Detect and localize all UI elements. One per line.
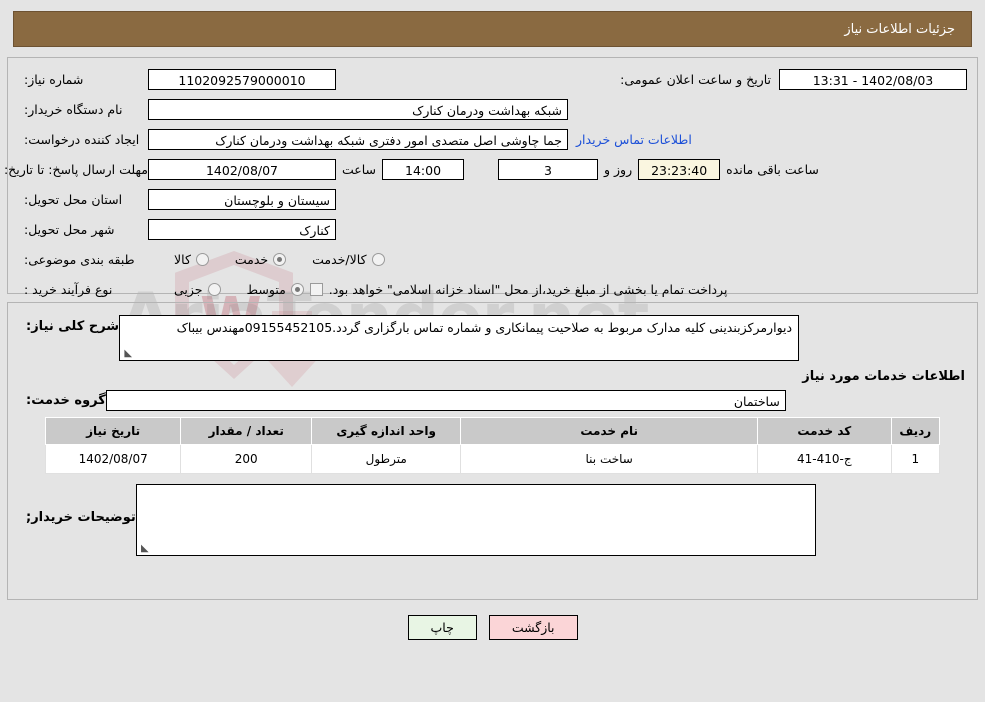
need-description-textarea[interactable]: دیوارمرکزبندینی کلیه مدارک مربوط به صلاح… (119, 315, 800, 361)
category-option-kala[interactable]: کالا (174, 252, 209, 267)
category-option-label-0: کالا (174, 251, 191, 267)
col-quantity: تعداد / مقدار (180, 417, 313, 445)
page-root: جزئیات اطلاعات نیاز 1402/08/03 - 13:31 ت… (0, 11, 985, 640)
public-announce-value: 1402/08/03 - 13:31 (779, 68, 967, 90)
services-panel: دیوارمرکزبندینی کلیه مدارک مربوط به صلاح… (7, 302, 978, 600)
purchase-process-radio-group: متوسط جزیی (148, 282, 304, 297)
city-label: شهر محل تحویل: (24, 221, 115, 237)
need-number-label: شماره نیاز: (24, 71, 84, 87)
buyer-comments-textarea[interactable]: ◣ (135, 484, 816, 556)
category-option-kala-khedmat[interactable]: کالا/خدمت (312, 251, 385, 267)
public-announce-label: تاریخ و ساعت اعلان عمومی: (620, 71, 771, 87)
cell-quantity: 200 (180, 444, 313, 474)
buyer-org-value: شبکه بهداشت ودرمان کنارک (148, 98, 568, 120)
process-option-jozei[interactable]: جزیی (174, 282, 221, 297)
need-description-label: شرح کلی نیاز: (26, 319, 120, 334)
service-group-label: گروه خدمت: (26, 393, 106, 408)
buyer-comments-row: ◣ توضیحات خریدار; (18, 484, 967, 556)
province-value: سیستان و بلوچستان (148, 188, 336, 210)
deadline-days-value: 3 (498, 158, 599, 180)
requester-label: ایجاد کننده درخواست: (24, 131, 140, 147)
page-title-bar: جزئیات اطلاعات نیاز (13, 11, 972, 47)
row-requester: اطلاعات تماس خریدار جما چاوشی اصل متصدی … (18, 126, 967, 152)
province-label: استان محل تحویل: (24, 191, 123, 207)
service-group-value: ساختمان (105, 390, 786, 411)
table-row: 1 ج-410-41 ساخت بنا مترطول 200 1402/08/0… (44, 444, 941, 474)
category-label: طبقه بندی موضوعی: (24, 251, 135, 267)
process-option-label-0: جزیی (174, 281, 203, 297)
col-need-date: تاریخ نیاز (44, 417, 182, 445)
radio-icon-kala-khedmat[interactable] (371, 252, 385, 266)
buyer-org-label: نام دستگاه خریدار: (24, 101, 123, 117)
purchase-process-label: نوع فرآیند خرید : (24, 281, 113, 297)
cell-row-no: 1 (890, 444, 941, 474)
resize-grip-icon-comments[interactable]: ◣ (139, 544, 149, 554)
radio-icon-jozei[interactable] (207, 282, 221, 296)
cell-service-name: ساخت بنا (460, 444, 759, 474)
deadline-date-value: 1402/08/07 (148, 158, 336, 180)
category-radio-group: کالا/خدمت خدمت کالا (148, 252, 385, 267)
deadline-time-value: 14:00 (382, 158, 465, 180)
services-table: ردیف کد خدمت نام خدمت واحد اندازه گیری ت… (44, 417, 941, 474)
buyer-comments-label: توضیحات خریدار; (26, 510, 136, 525)
table-header-row: ردیف کد خدمت نام خدمت واحد اندازه گیری ت… (44, 417, 941, 445)
row-city: کنارک شهر محل تحویل: (18, 216, 967, 242)
row-category: کالا/خدمت خدمت کالا طبقه بندی موضوعی: (18, 246, 967, 272)
col-service-code: کد خدمت (757, 417, 892, 445)
services-heading: اطلاعات خدمات مورد نیاز (802, 369, 965, 384)
remaining-time-label: ساعت باقی مانده (726, 161, 819, 177)
col-service-name: نام خدمت (460, 417, 759, 445)
row-buyer-org: شبکه بهداشت ودرمان کنارک نام دستگاه خرید… (18, 96, 967, 122)
process-option-label-1: متوسط (246, 281, 286, 297)
city-value: کنارک (148, 218, 336, 240)
row-purchase-process: پرداخت تمام یا بخشی از مبلغ خرید،از محل … (18, 276, 967, 302)
col-row-no: ردیف (890, 417, 941, 445)
cell-need-date: 1402/08/07 (44, 444, 182, 474)
radio-icon-khedmat[interactable] (273, 252, 287, 266)
remaining-time-value: 23:23:40 (638, 158, 721, 180)
col-unit: واحد اندازه گیری (311, 417, 462, 445)
row-province: سیستان و بلوچستان استان محل تحویل: (18, 186, 967, 212)
buyer-contact-link[interactable]: اطلاعات تماس خریدار (568, 132, 700, 147)
days-label: روز و (604, 161, 633, 177)
radio-icon-kala[interactable] (195, 252, 209, 266)
treasury-note-label: پرداخت تمام یا بخشی از مبلغ خرید،از محل … (328, 281, 728, 297)
treasury-checkbox[interactable] (309, 282, 323, 296)
need-info-panel: 1402/08/03 - 13:31 تاریخ و ساعت اعلان عم… (3, 57, 978, 297)
category-option-khedmat[interactable]: خدمت (234, 251, 287, 267)
process-option-motavaset[interactable]: متوسط (247, 282, 304, 297)
print-button[interactable]: چاپ (407, 615, 477, 640)
deadline-time-label: ساعت (342, 161, 377, 177)
public-announce-group: 1402/08/03 - 13:31 تاریخ و ساعت اعلان عم… (614, 68, 967, 90)
deadline-label: مهلت ارسال پاسخ: تا تاریخ: (3, 161, 148, 177)
row-need-number: 1402/08/03 - 13:31 تاریخ و ساعت اعلان عم… (18, 66, 967, 92)
cell-unit: مترطول (311, 444, 462, 474)
resize-grip-icon[interactable]: ◣ (122, 349, 132, 359)
category-option-label-1: خدمت (234, 251, 269, 267)
requester-value: جما چاوشی اصل متصدی امور دفتری شبکه بهدا… (148, 128, 568, 150)
need-description-value: دیوارمرکزبندینی کلیه مدارک مربوط به صلاح… (176, 320, 793, 335)
radio-icon-motavaset[interactable] (290, 282, 304, 296)
need-number-value: 1102092579000010 (148, 68, 336, 90)
action-button-row: بازگشت چاپ (0, 615, 985, 640)
page-title: جزئیات اطلاعات نیاز (844, 21, 955, 37)
back-button[interactable]: بازگشت (488, 615, 578, 640)
cell-service-code: ج-410-41 (757, 444, 892, 474)
row-deadline: ساعت باقی مانده 23:23:40 روز و 3 14:00 س… (3, 156, 967, 182)
category-option-label-2: کالا/خدمت (312, 251, 367, 267)
